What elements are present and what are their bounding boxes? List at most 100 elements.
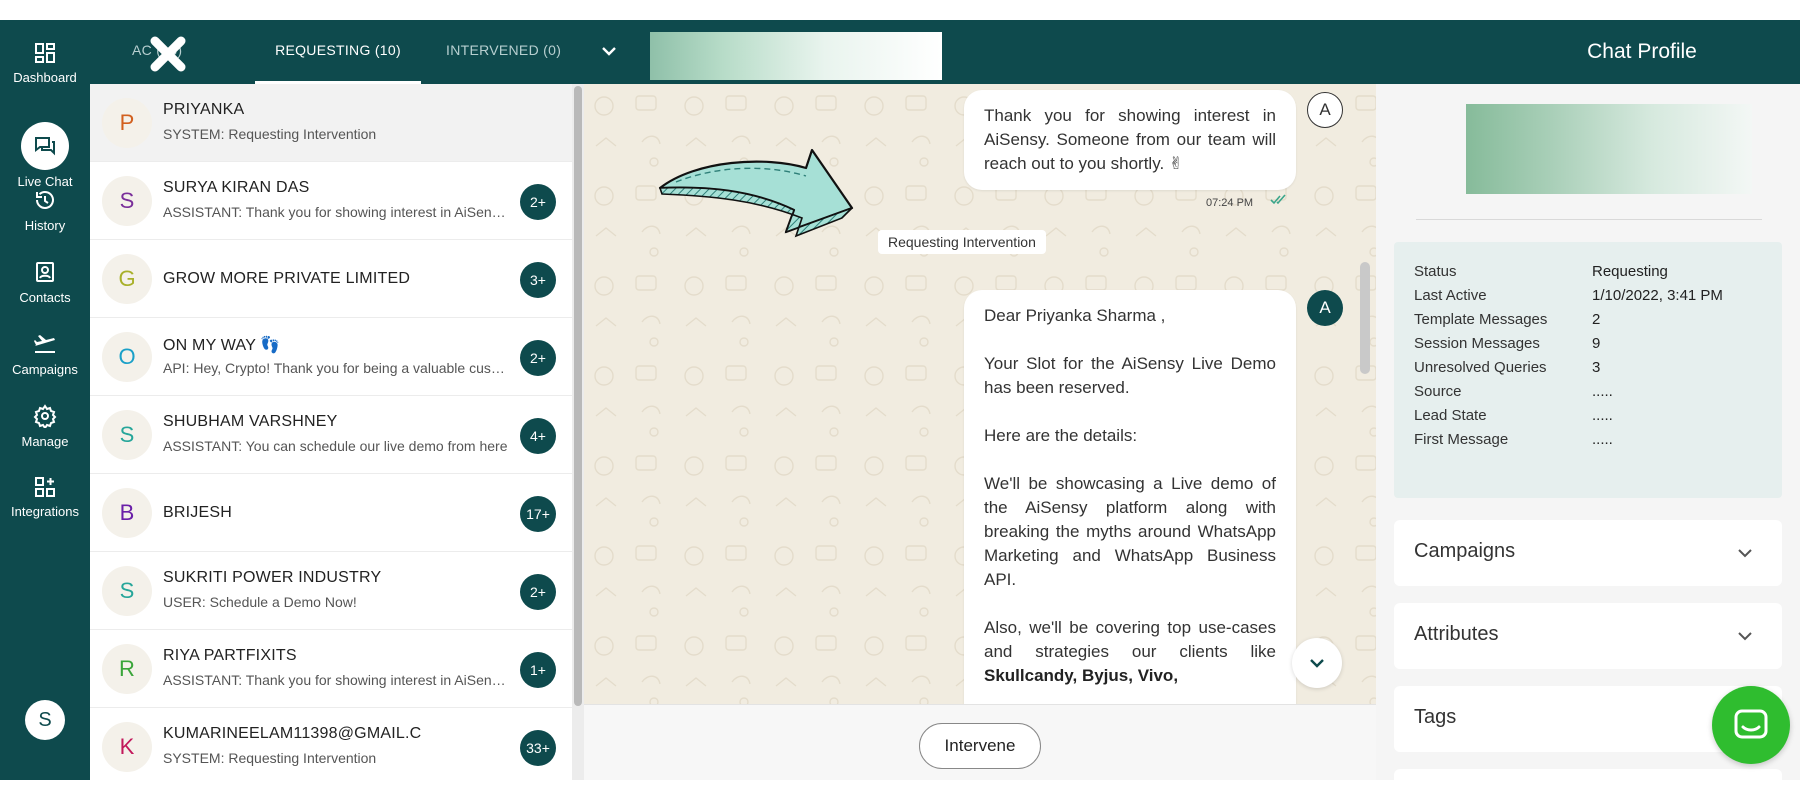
accordion-label: Tags <box>1414 706 1457 728</box>
chevron-down-icon <box>1738 549 1752 558</box>
conversation-scrollbar-thumb[interactable] <box>1360 262 1370 374</box>
message-paragraph: Also, we'll be covering top use-cases an… <box>984 618 1276 685</box>
agent-avatar: A <box>1307 290 1343 326</box>
attributes-accordion[interactable]: Attributes <box>1394 603 1782 669</box>
info-value: ..... <box>1592 407 1613 424</box>
chat-list-item[interactable]: O ON MY WAY 👣 API: Hey, Crypto! Thank yo… <box>90 318 572 396</box>
agent-avatar: A <box>1307 92 1343 128</box>
chat-list-scrollbar[interactable] <box>572 84 584 780</box>
chat-preview: ASSISTANT: Thank you for showing interes… <box>163 672 508 688</box>
nav-label: Dashboard <box>13 70 77 85</box>
chat-name: PRIYANKA <box>163 101 245 118</box>
unread-badge: 17+ <box>520 496 556 532</box>
nav-label: Manage <box>21 434 69 449</box>
close-icon[interactable] <box>146 32 190 76</box>
avatar: G <box>102 254 152 304</box>
double-check-icon <box>1270 194 1286 205</box>
nav-label: Live Chat <box>17 174 73 189</box>
tab-intervened[interactable]: INTERVENED (0) <box>446 20 561 84</box>
chat-name: BRIJESH <box>163 504 232 521</box>
more-accordion[interactable] <box>1394 769 1782 780</box>
chat-preview: SYSTEM: Requesting Intervention <box>163 126 377 142</box>
conversation-pane: Thank you for showing interest in AiSens… <box>584 84 1376 704</box>
user-avatar[interactable]: S <box>25 700 65 740</box>
gear-icon <box>33 404 57 428</box>
plane-icon <box>34 335 55 353</box>
chat-name: SUKRITI POWER INDUSTRY <box>163 569 382 586</box>
avatar: R <box>102 644 152 694</box>
message-paragraph: We'll be showcasing a Live demo of the A… <box>984 474 1276 589</box>
unread-badge: 33+ <box>520 730 556 766</box>
nav-dashboard[interactable]: Dashboard <box>0 42 90 85</box>
chat-preview: SYSTEM: Requesting Intervention <box>163 750 377 766</box>
chat-list-item[interactable]: G GROW MORE PRIVATE LIMITED 3+ <box>90 240 572 318</box>
info-value: Requesting <box>1592 263 1668 280</box>
unread-badge: 4+ <box>520 418 556 454</box>
chat-list: P PRIYANKA SYSTEM: Requesting Interventi… <box>90 84 572 780</box>
scrollbar-thumb[interactable] <box>574 86 582 706</box>
chevron-down-icon <box>1310 659 1324 668</box>
message-time: 07:24 PM <box>1206 197 1254 209</box>
accordion-label: Attributes <box>1414 623 1499 645</box>
info-label: Lead State <box>1414 407 1487 424</box>
scroll-to-bottom-button[interactable] <box>1292 638 1342 688</box>
blurred-contact-name <box>650 32 942 80</box>
message-bubble: Dear Priyanka Sharma , Your Slot for the… <box>964 290 1296 704</box>
chat-list-item[interactable]: S SHUBHAM VARSHNEY ASSISTANT: You can sc… <box>90 396 572 474</box>
nav-integrations[interactable]: Integrations <box>0 476 90 519</box>
campaigns-accordion[interactable]: Campaigns <box>1394 520 1782 586</box>
nav-label: Contacts <box>19 290 71 305</box>
left-nav: Dashboard Live Chat History Contacts Cam… <box>0 20 90 780</box>
unread-badge: 3+ <box>520 262 556 298</box>
info-value: 2 <box>1592 311 1601 328</box>
chat-preview: ASSISTANT: Thank you for showing interes… <box>163 204 508 220</box>
annotation-arrow-icon <box>658 148 854 238</box>
nav-label: Integrations <box>11 504 79 519</box>
nav-label: History <box>24 218 66 233</box>
unread-badge: 1+ <box>520 652 556 688</box>
nav-campaigns[interactable]: Campaigns <box>0 332 90 377</box>
dashboard-icon <box>35 43 55 63</box>
chat-list-item[interactable]: S SUKRITI POWER INDUSTRY USER: Schedule … <box>90 552 572 630</box>
chat-name: KUMARINEELAM11398@GMAIL.C <box>163 725 422 742</box>
top-bar: AC (13) REQUESTING (10) INTERVENED (0) C… <box>90 20 1800 84</box>
info-value: ..... <box>1592 431 1613 448</box>
chat-list-item[interactable]: B BRIJESH 17+ <box>90 474 572 552</box>
info-label: Status <box>1414 263 1457 280</box>
chat-name: SHUBHAM VARSHNEY <box>163 413 338 430</box>
chat-preview: ASSISTANT: You can schedule our live dem… <box>163 438 508 454</box>
avatar: O <box>102 332 152 382</box>
chat-list-item[interactable]: P PRIYANKA SYSTEM: Requesting Interventi… <box>90 84 572 162</box>
info-label: Template Messages <box>1414 311 1548 328</box>
chevron-down-icon <box>1738 632 1752 641</box>
info-label: Unresolved Queries <box>1414 359 1547 376</box>
help-chat-button[interactable] <box>1712 686 1790 764</box>
info-value: ..... <box>1592 383 1613 400</box>
chat-name: ON MY WAY 👣 <box>163 337 281 354</box>
blurred-profile-info <box>1466 104 1752 194</box>
tab-requesting[interactable]: REQUESTING (10) <box>255 20 421 84</box>
intervene-button[interactable]: Intervene <box>919 723 1041 769</box>
unread-badge: 2+ <box>520 184 556 220</box>
chat-list-item[interactable]: K KUMARINEELAM11398@GMAIL.C SYSTEM: Requ… <box>90 708 572 780</box>
info-label: Session Messages <box>1414 335 1540 352</box>
system-event-label: Requesting Intervention <box>878 230 1046 254</box>
chat-preview: API: Hey, Crypto! Thank you for being a … <box>163 360 508 376</box>
chat-name: GROW MORE PRIVATE LIMITED <box>163 270 411 287</box>
integrations-icon <box>35 477 55 497</box>
avatar: P <box>102 98 152 148</box>
unread-badge: 2+ <box>520 340 556 376</box>
nav-history[interactable]: History <box>0 188 90 233</box>
chat-name: SURYA KIRAN DAS <box>163 179 310 196</box>
chat-list-item[interactable]: S SURYA KIRAN DAS ASSISTANT: Thank you f… <box>90 162 572 240</box>
nav-live-chat[interactable]: Live Chat <box>0 122 90 189</box>
nav-contacts[interactable]: Contacts <box>0 260 90 305</box>
chat-preview: USER: Schedule a Demo Now! <box>163 594 357 610</box>
message-paragraph: Dear Priyanka Sharma , <box>984 306 1166 325</box>
avatar: S <box>102 410 152 460</box>
chat-list-item[interactable]: R RIYA PARTFIXITS ASSISTANT: Thank you f… <box>90 630 572 708</box>
profile-info-card: Status Requesting Last Active 1/10/2022,… <box>1394 242 1782 498</box>
nav-manage[interactable]: Manage <box>0 404 90 449</box>
chevron-down-icon[interactable] <box>600 42 618 60</box>
divider <box>1416 219 1762 220</box>
